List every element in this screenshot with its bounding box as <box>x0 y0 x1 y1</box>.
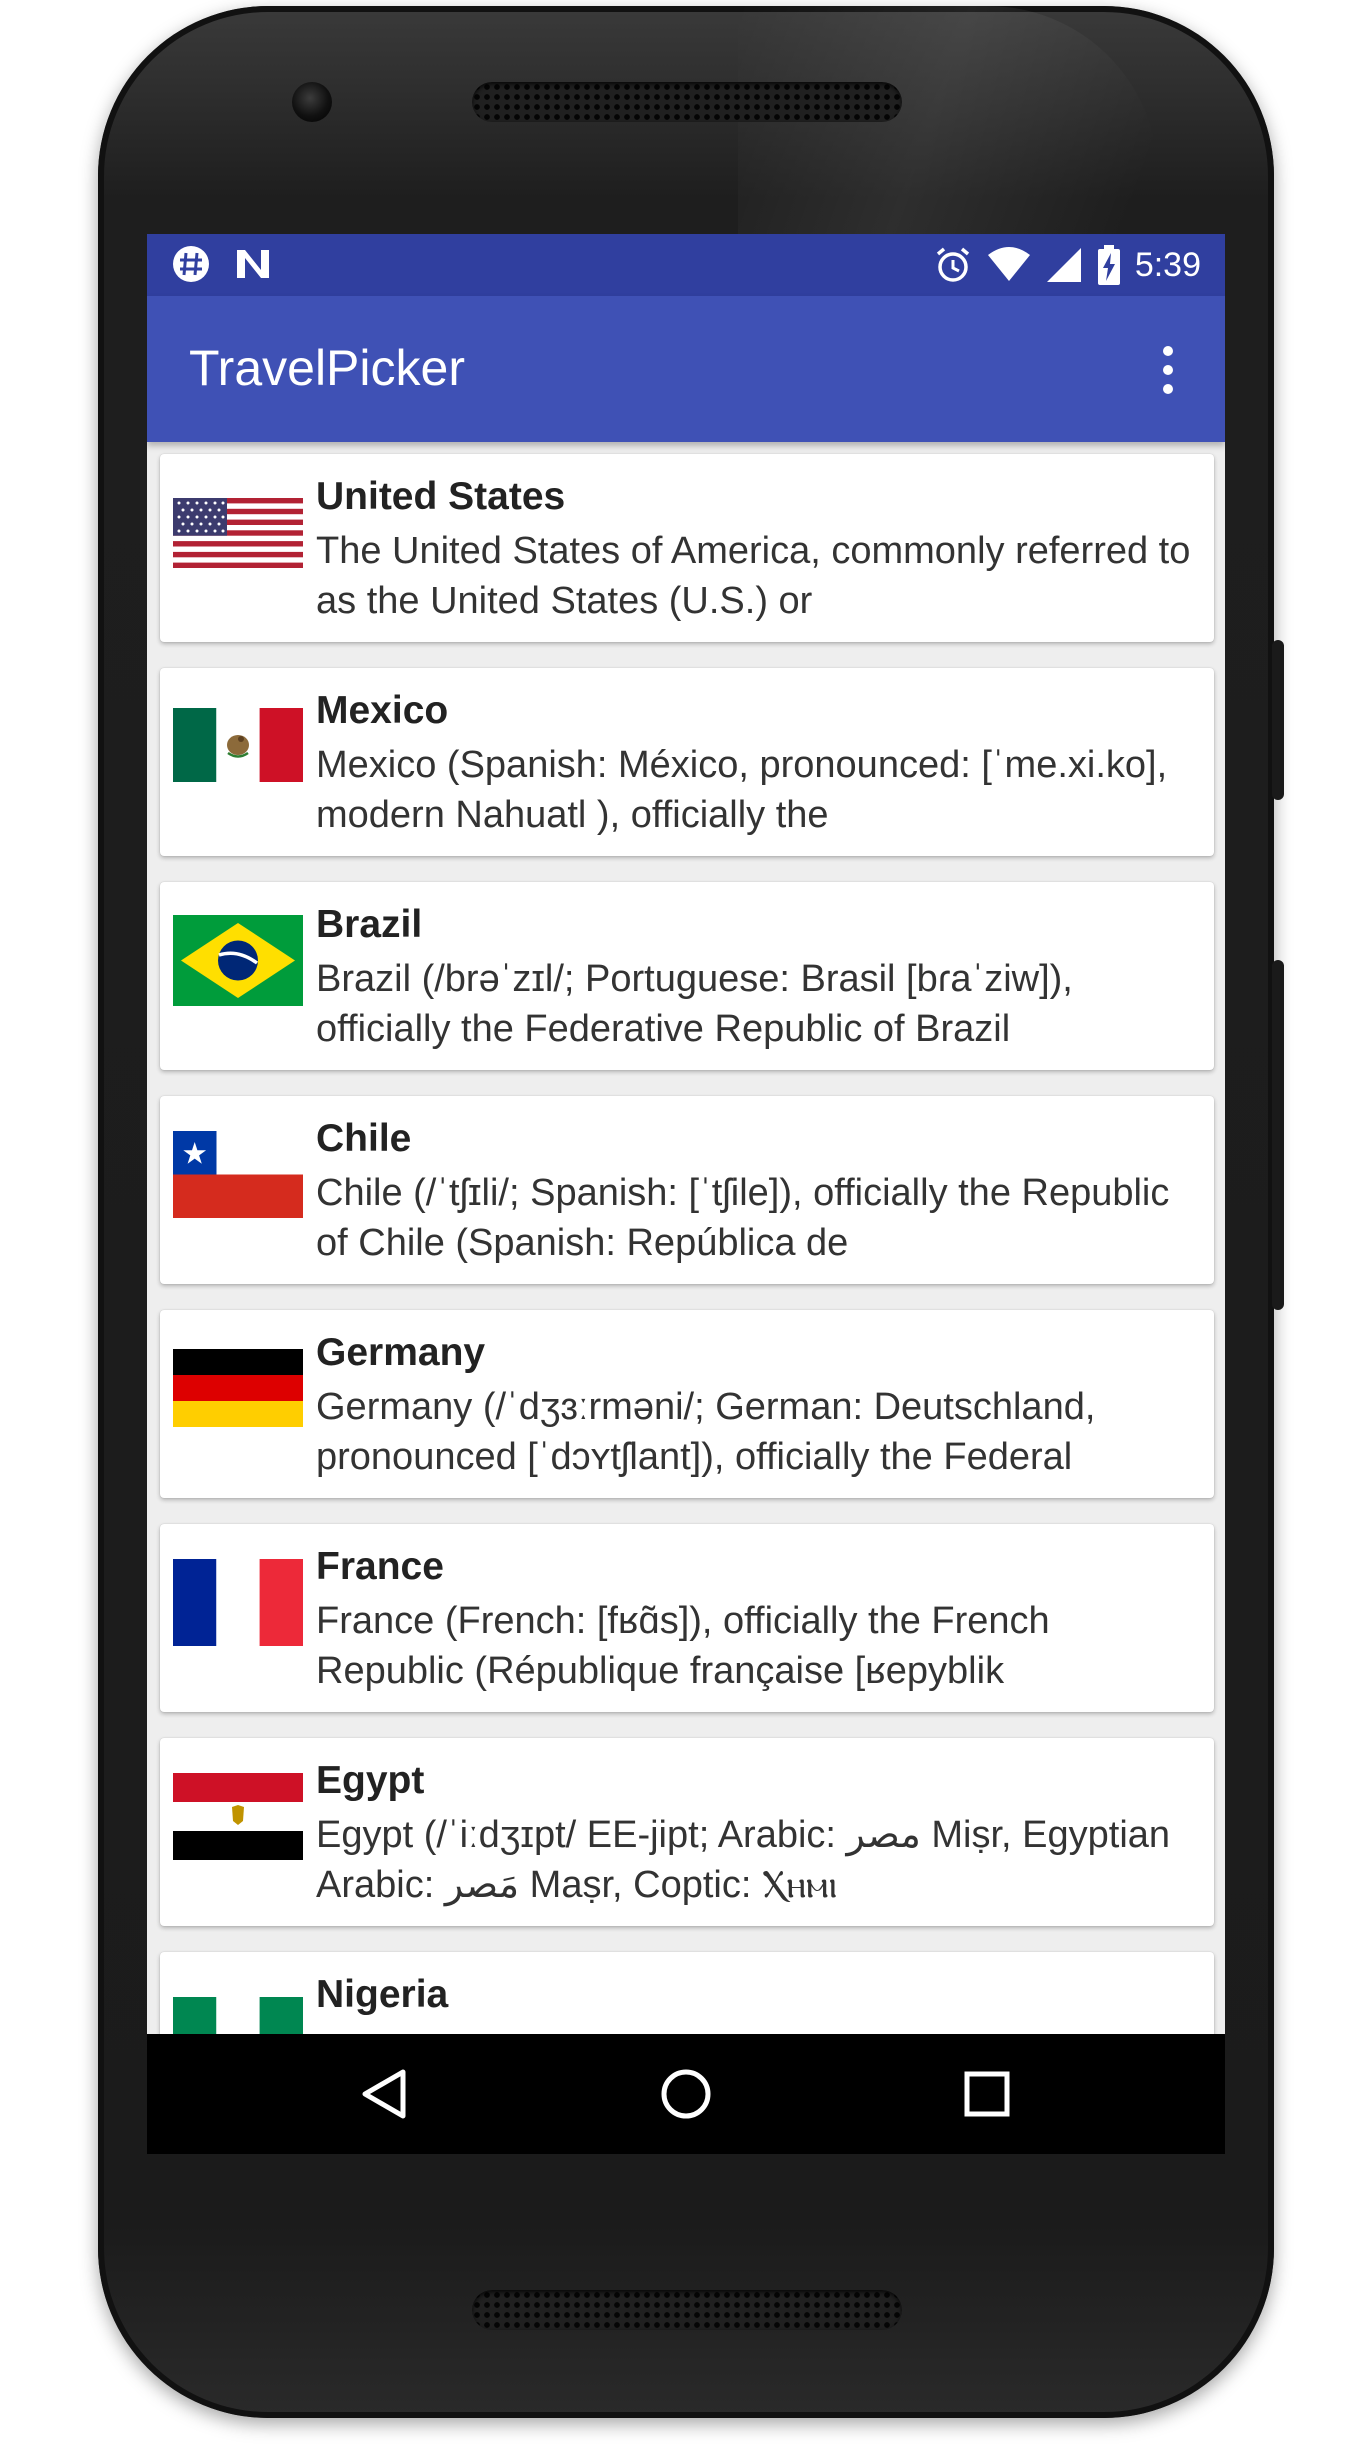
chile-flag-icon <box>173 1131 303 1218</box>
more-vert-icon[interactable] <box>1143 340 1193 400</box>
top-speaker-grille <box>472 82 902 122</box>
power-button <box>1272 960 1284 1310</box>
germany-flag-icon <box>173 1349 303 1427</box>
home-icon[interactable] <box>656 2064 716 2124</box>
country-name: Nigeria <box>316 1973 449 2016</box>
status-time: 5:39 <box>1134 246 1201 284</box>
wifi-icon <box>987 247 1030 281</box>
brazil-flag-icon <box>173 915 303 1006</box>
n-notification-icon <box>237 250 269 278</box>
status-bar: 5:39 <box>147 234 1225 296</box>
france-flag-icon <box>173 1559 303 1646</box>
egypt-flag-icon <box>173 1773 303 1860</box>
country-name: France <box>316 1545 444 1588</box>
nigeria-flag-icon <box>173 1997 303 2034</box>
country-name: Mexico <box>316 689 449 732</box>
list-item-egypt[interactable]: Egypt Egypt (/ˈiːdʒɪpt/ EE-jipt; Arabic:… <box>160 1738 1214 1926</box>
battery-charging-icon <box>1097 245 1120 285</box>
country-list[interactable]: United States The United States of Ameri… <box>147 442 1225 2034</box>
alarm-icon <box>936 247 969 282</box>
recents-icon[interactable] <box>957 2064 1017 2124</box>
list-item-united-states[interactable]: United States The United States of Ameri… <box>160 454 1214 642</box>
us-flag-icon <box>173 498 303 568</box>
front-camera <box>292 82 332 122</box>
app-bar: TravelPicker <box>147 296 1225 442</box>
list-item-chile[interactable]: Chile Chile (/ˈtʃɪli/; Spanish: [ˈtʃile]… <box>160 1096 1214 1284</box>
list-item-mexico[interactable]: Mexico Mexico (Spanish: México, pronounc… <box>160 668 1214 856</box>
list-item-germany[interactable]: Germany Germany (/ˈdʒɜːrməni/; German: D… <box>160 1310 1214 1498</box>
settings-notification-icon <box>173 246 209 282</box>
list-item-france[interactable]: France France (French: [fʁɑ̃s]), officia… <box>160 1524 1214 1712</box>
country-name: United States <box>316 475 566 518</box>
country-description: Brazil (/brəˈzɪl/; Portuguese: Brasil [b… <box>316 958 1073 1050</box>
mexico-flag-icon <box>173 708 303 782</box>
list-item-brazil[interactable]: Brazil Brazil (/brəˈzɪl/; Portuguese: Br… <box>160 882 1214 1070</box>
cell-signal-icon <box>1046 248 1081 282</box>
country-description: France (French: [fʁɑ̃s]), officially the… <box>316 1600 1050 1692</box>
country-name: Brazil <box>316 903 423 946</box>
country-description: Egypt (/ˈiːdʒɪpt/ EE-jipt; Arabic: مصر‎ … <box>316 1814 1171 1906</box>
back-icon[interactable] <box>355 2064 415 2124</box>
country-name: Egypt <box>316 1759 425 1802</box>
country-name: Chile <box>316 1117 412 1160</box>
country-description: The United States of America, commonly r… <box>316 530 1191 622</box>
app-screen: 5:39 TravelPicker United States The Unit… <box>147 234 1225 2154</box>
country-description: Mexico (Spanish: México, pronounced: [ˈm… <box>316 744 1168 836</box>
country-description: Chile (/ˈtʃɪli/; Spanish: [ˈtʃile]), off… <box>316 1172 1170 1264</box>
country-name: Germany <box>316 1331 486 1374</box>
list-item-nigeria[interactable]: Nigeria <box>160 1952 1214 2034</box>
country-description: Germany (/ˈdʒɜːrməni/; German: Deutschla… <box>316 1386 1096 1478</box>
app-title: TravelPicker <box>189 340 465 396</box>
bottom-speaker-grille <box>472 2290 902 2330</box>
navigation-bar <box>147 2034 1225 2154</box>
volume-button <box>1272 640 1284 800</box>
